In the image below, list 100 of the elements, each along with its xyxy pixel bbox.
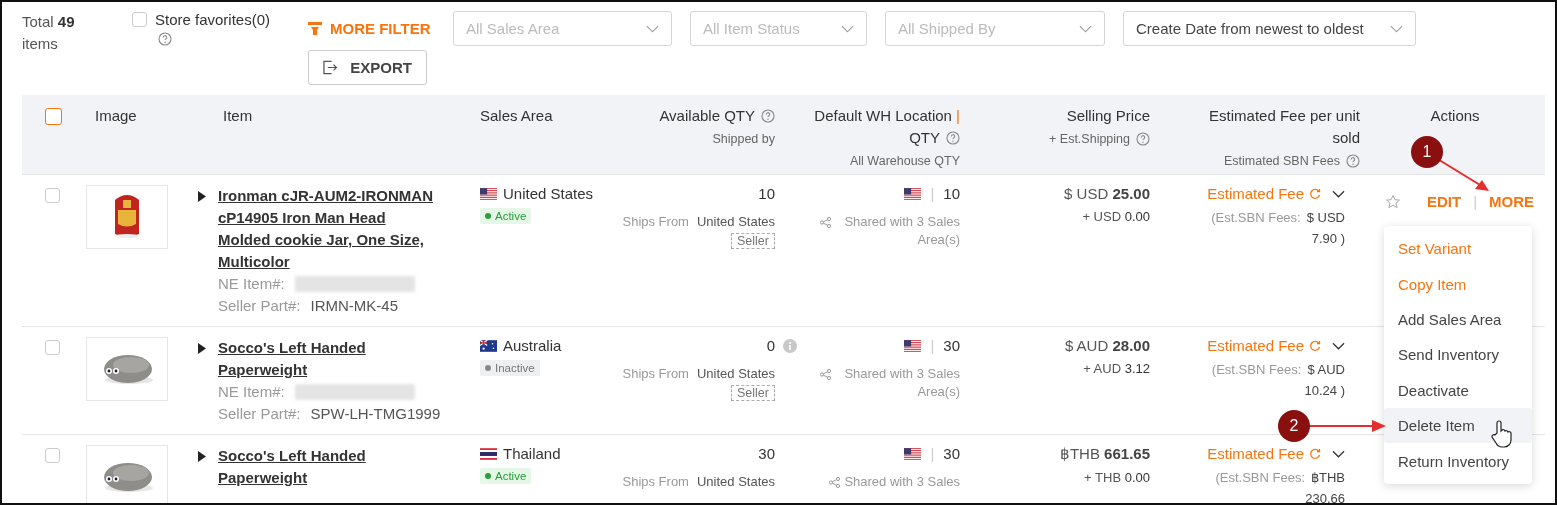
export-icon <box>323 60 339 75</box>
sales-area: Australia <box>503 337 562 354</box>
available-qty: 0 <box>766 337 775 354</box>
separator-text: | <box>1473 193 1478 210</box>
item-title-link[interactable]: Socco's Left Handed Paperweight <box>218 337 439 381</box>
shared-note: Shared with 3 Sales <box>844 473 960 491</box>
shipped-by-tag: Seller <box>731 385 775 401</box>
sbn-fee-amount: 230.66 <box>1305 490 1345 503</box>
chevron-down-icon <box>646 24 659 33</box>
more-button[interactable]: MORE <box>1489 193 1535 210</box>
status-badge: Inactive <box>480 360 540 376</box>
expand-icon[interactable] <box>198 343 206 354</box>
status-badge: Active <box>480 468 532 484</box>
menu-item[interactable]: Send Inventory <box>1384 337 1532 373</box>
menu-item[interactable]: Add Sales Area <box>1384 301 1532 338</box>
seller-part-label: Seller Part#: <box>218 404 301 424</box>
chevron-down-icon <box>1079 24 1092 33</box>
sales-area: United States <box>503 185 594 202</box>
filter-icon <box>308 22 322 35</box>
select-all-checkbox[interactable] <box>45 108 62 125</box>
menu-item[interactable]: Deactivate <box>1384 372 1532 408</box>
share-icon <box>829 477 841 488</box>
separator-text: | <box>930 337 935 354</box>
expand-icon[interactable] <box>198 191 206 202</box>
chevron-down-icon[interactable] <box>1332 189 1345 198</box>
edit-button[interactable]: EDIT <box>1427 193 1462 210</box>
warehouse-qty: 30 <box>943 337 960 354</box>
refresh-icon[interactable] <box>1309 447 1321 460</box>
help-icon <box>158 32 172 46</box>
column-header: Default WH Location | <box>814 106 960 126</box>
column-header: QTY <box>909 128 940 148</box>
favorites-checkbox[interactable] <box>132 12 147 27</box>
column-subheader: + Est.Shipping <box>1049 131 1130 148</box>
available-qty: 30 <box>758 445 775 462</box>
seller-part-value: SPW-LH-TMG1999 <box>310 404 441 424</box>
sbn-fee-amount: 10.24 ) <box>1304 382 1345 400</box>
selling-price: $ AUD 28.00 <box>1064 337 1150 354</box>
shipping-price: + AUD 3.12 <box>1083 361 1150 376</box>
sales-area: Thailand <box>503 445 561 462</box>
ne-item-label: NE Item#: <box>218 274 285 294</box>
estimated-fee-link[interactable]: Estimated Fee <box>1207 185 1304 202</box>
shared-note: Shared with 3 Sales Area(s) <box>843 365 960 401</box>
shipping-price: + THB 0.00 <box>1084 470 1150 485</box>
flag-icon <box>480 447 497 460</box>
column-header: Available QTY <box>659 106 755 126</box>
seller-part-value: IRMN-MK-45 <box>310 296 399 316</box>
column-header: Actions <box>1430 106 1480 126</box>
sbn-fee-note: (Est.SBN Fees: $ AUD <box>1211 361 1345 379</box>
column-subheader: Estimated SBN Fees <box>1224 153 1340 170</box>
ships-from-label: Ships From <box>622 474 689 489</box>
row-checkbox[interactable] <box>45 340 60 355</box>
ships-from-value: United States <box>696 366 775 381</box>
warehouse-qty: 10 <box>943 185 960 202</box>
menu-item[interactable]: Set Variant <box>1384 231 1532 267</box>
star-icon[interactable] <box>1385 193 1401 210</box>
filter-dropdown[interactable]: All Item Status <box>690 11 867 46</box>
estimated-fee-link[interactable]: Estimated Fee <box>1207 337 1304 354</box>
refresh-icon[interactable] <box>1309 187 1321 200</box>
status-badge: Active <box>480 208 532 224</box>
export-button[interactable]: EXPORT <box>308 50 427 85</box>
flag-icon <box>904 187 922 200</box>
filter-dropdown[interactable]: All Shipped By <box>885 11 1105 46</box>
item-title-link[interactable]: Ironman cJR-AUM2-IRONMAN cP14905 Iron Man Head Molded cookie Jar, One Size, Multicolor <box>218 185 439 273</box>
row-checkbox[interactable] <box>45 188 60 203</box>
chevron-down-icon[interactable] <box>1332 341 1345 350</box>
sbn-fee-amount: 7.90 ) <box>1311 230 1345 248</box>
menu-item[interactable]: Copy Item <box>1384 266 1532 302</box>
chevron-down-icon[interactable] <box>1332 449 1345 458</box>
share-icon <box>820 217 831 228</box>
chevron-down-icon <box>1390 24 1403 33</box>
warehouse-qty: 30 <box>943 445 960 462</box>
ships-from-label: Ships From <box>622 366 689 381</box>
shipping-price: + USD 0.00 <box>1082 209 1150 224</box>
filter-dropdown[interactable]: Create Date from newest to oldest <box>1123 11 1416 46</box>
hand-cursor-icon <box>1490 420 1512 448</box>
column-header: Item <box>223 106 253 126</box>
estimated-fee-link[interactable]: Estimated Fee <box>1207 445 1304 462</box>
chevron-down-icon <box>841 24 854 33</box>
column-header: Selling Price <box>1066 106 1150 126</box>
share-icon <box>820 369 831 380</box>
shipped-by-tag: Seller <box>731 233 775 249</box>
item-title-link[interactable]: Socco's Left Handed Paperweight <box>218 445 439 489</box>
more-filter-button[interactable]: MORE FILTER <box>308 20 453 37</box>
row-checkbox[interactable] <box>45 448 60 463</box>
sbn-fee-note: (Est.SBN Fees: ฿THB <box>1215 469 1345 487</box>
favorites-label: Store favorites(0) <box>155 11 271 28</box>
flag-icon <box>904 339 922 352</box>
column-header: Image <box>95 106 137 126</box>
separator-text: | <box>930 445 935 462</box>
refresh-icon[interactable] <box>1309 339 1321 352</box>
ships-from-value: United States <box>696 214 775 229</box>
column-subheader: Shipped by <box>712 131 775 148</box>
menu-item[interactable]: Return Inventory <box>1384 443 1532 479</box>
step-marker: 2 <box>1278 410 1310 442</box>
filter-dropdown[interactable]: All Sales Area <box>453 11 672 46</box>
seller-part-label: Seller Part#: <box>218 296 301 316</box>
ne-item-label: NE Item#: <box>218 382 285 402</box>
expand-icon[interactable] <box>198 451 206 462</box>
shared-note: Shared with 3 Sales Area(s) <box>843 213 960 249</box>
flag-icon <box>480 187 497 200</box>
